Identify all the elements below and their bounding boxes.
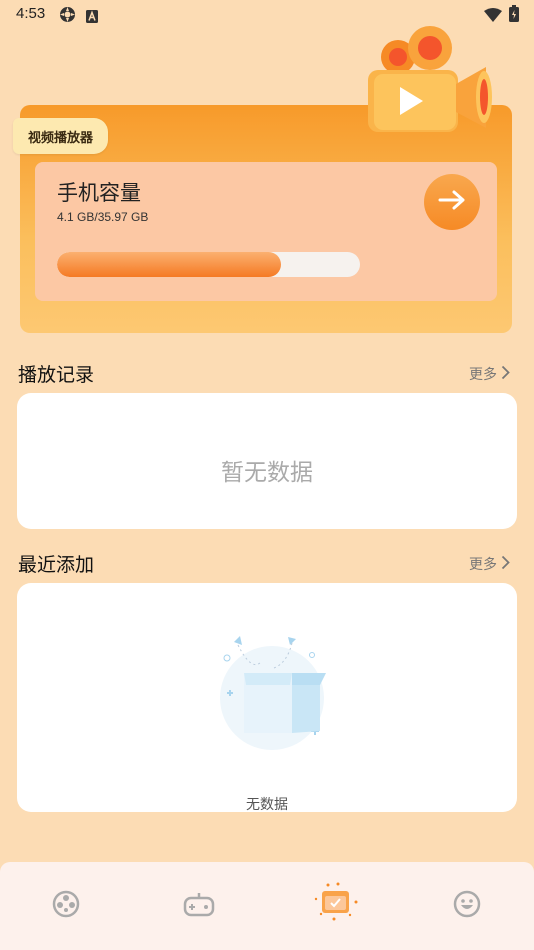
- more-label: 更多: [469, 367, 497, 383]
- nav-item-profile[interactable]: [447, 890, 487, 922]
- film-reel-icon: [52, 890, 80, 922]
- nav-item-video-player[interactable]: [312, 882, 360, 926]
- storage-progress-bar: [57, 252, 360, 277]
- play-history-more-link[interactable]: 更多: [469, 364, 510, 384]
- smile-face-icon: [453, 890, 481, 922]
- storage-panel[interactable]: 手机容量 4.1 GB/35.97 GB: [35, 162, 497, 301]
- recent-added-empty-text: 无数据: [246, 797, 288, 813]
- video-player-icon: [312, 882, 360, 926]
- hero-tag: 视频播放器: [13, 118, 108, 154]
- empty-box-icon: [202, 633, 332, 757]
- storage-arrow-button[interactable]: [424, 174, 480, 230]
- more-label: 更多: [469, 557, 497, 573]
- chevron-right-icon: [501, 555, 510, 574]
- bottom-nav: [0, 862, 534, 950]
- nav-item-home[interactable]: [46, 890, 86, 922]
- battery-icon: [509, 5, 519, 26]
- play-history-empty-text: 暂无数据: [221, 460, 313, 486]
- storage-title: 手机容量: [57, 181, 141, 205]
- nav-item-games[interactable]: [179, 890, 219, 922]
- recent-added-panel: 无数据: [17, 583, 517, 813]
- play-history-title: 播放记录: [18, 364, 95, 386]
- storage-value: 4.1 GB/35.97 GB: [57, 210, 149, 224]
- storage-progress-fill: [57, 252, 282, 277]
- video-camera-icon: [360, 22, 495, 141]
- play-history-panel: 暂无数据: [17, 393, 517, 529]
- settings-icon: [59, 6, 76, 27]
- recent-added-more-link[interactable]: 更多: [469, 554, 510, 574]
- arrow-right-icon: [437, 189, 467, 215]
- gamepad-icon: [183, 891, 215, 921]
- a-icon: [86, 8, 98, 27]
- recent-added-title: 最近添加: [18, 554, 95, 576]
- chevron-right-icon: [501, 365, 510, 384]
- status-time: 4:53: [16, 5, 46, 22]
